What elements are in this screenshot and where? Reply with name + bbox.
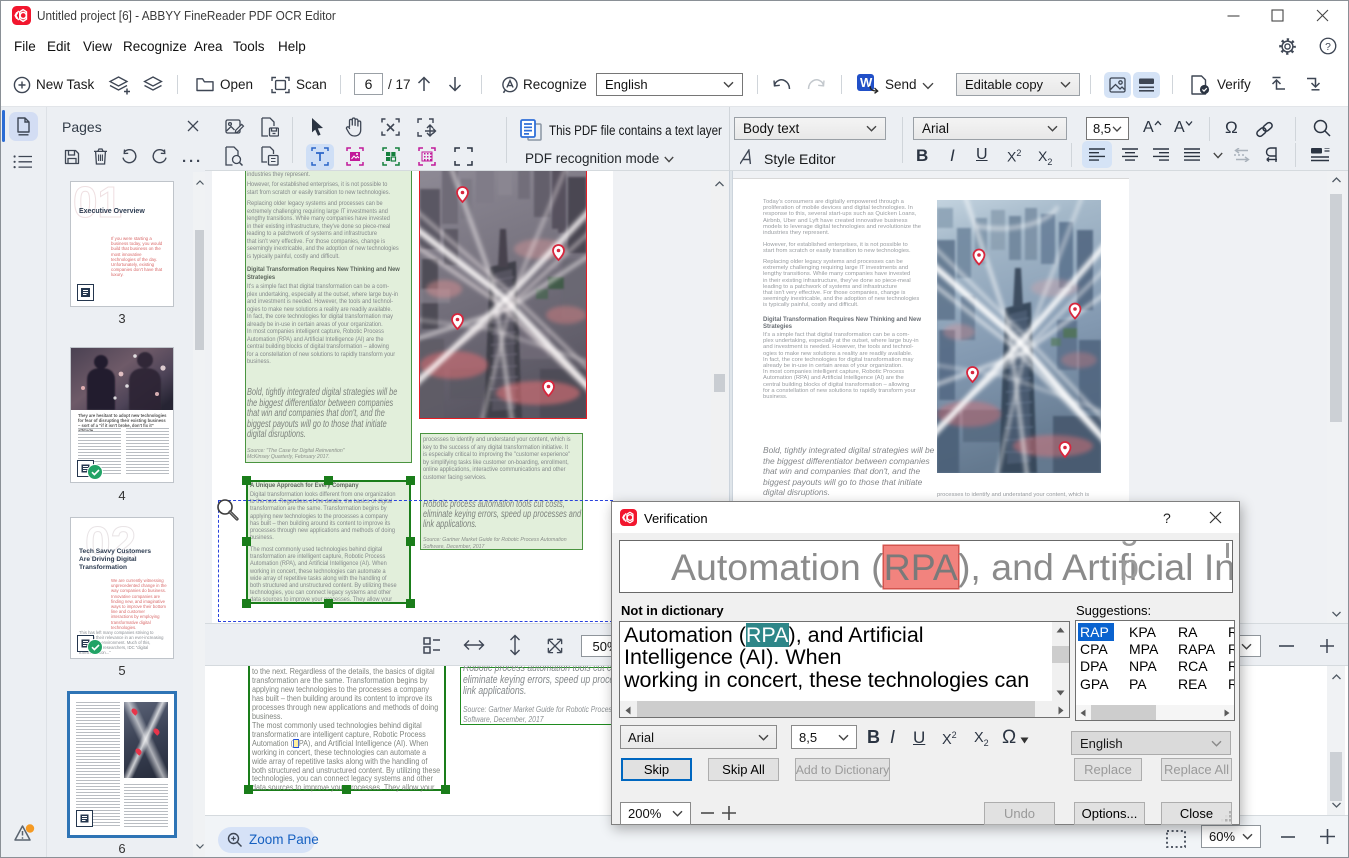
svg-text:?: ?	[1325, 42, 1331, 53]
